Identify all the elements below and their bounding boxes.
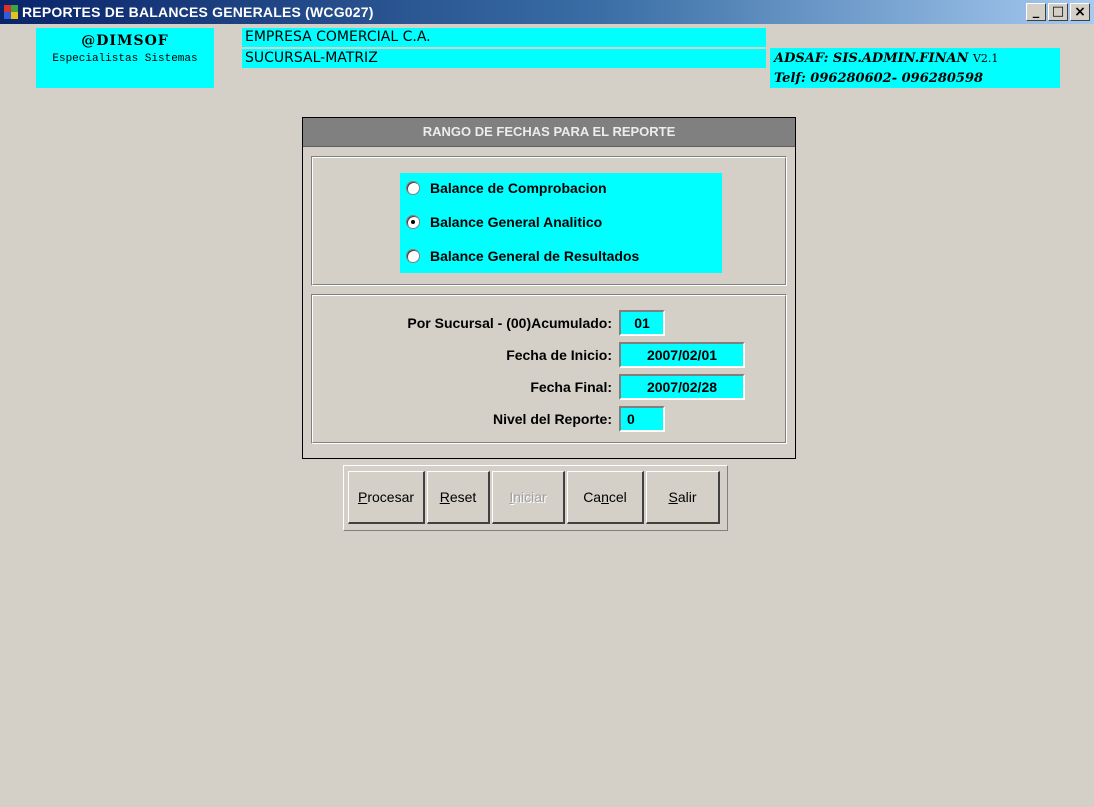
system-version: V2.1 — [972, 52, 999, 65]
button-label: niciar — [513, 489, 547, 505]
window-title: REPORTES DE BALANCES GENERALES (WCG027) — [22, 4, 374, 20]
iniciar-button[interactable]: Iniciar — [492, 471, 565, 524]
report-level-field[interactable]: 0 — [619, 406, 665, 432]
minimize-button[interactable]: _ — [1026, 3, 1046, 21]
dialog-title: RANGO DE FECHAS PARA EL REPORTE — [303, 118, 795, 147]
branch-name: SUCURSAL-MATRIZ — [242, 49, 766, 68]
window-title-bar[interactable]: REPORTES DE BALANCES GENERALES (WCG027) … — [0, 0, 1094, 24]
radio-button[interactable] — [406, 181, 420, 195]
start-date-field[interactable]: 2007/02/01 — [619, 342, 745, 368]
date-range-dialog: RANGO DE FECHAS PARA EL REPORTE Balance … — [302, 117, 796, 459]
maximize-button[interactable]: □ — [1048, 3, 1068, 21]
logo-name: @DIMSOF — [81, 33, 169, 49]
end-date-field[interactable]: 2007/02/28 — [619, 374, 745, 400]
button-label: cel — [608, 489, 627, 505]
system-phones: Telf: 096280602- 096280598 — [774, 71, 984, 86]
reset-button[interactable]: Reset — [427, 471, 490, 524]
system-info-box: ADSAF: SIS.ADMIN.FINAN V2.1 Telf: 096280… — [770, 48, 1060, 88]
app-icon — [4, 5, 18, 19]
end-date-label: Fecha Final: — [530, 379, 612, 395]
radio-balance-comprobacion[interactable]: Balance de Comprobacion — [406, 177, 607, 199]
start-date-label: Fecha de Inicio: — [506, 347, 612, 363]
radio-label: Balance General Analitico — [430, 214, 603, 230]
radio-balance-general-analitico[interactable]: Balance General Analitico — [406, 211, 602, 233]
salir-button[interactable]: Salir — [646, 471, 720, 524]
close-button[interactable]: × — [1070, 3, 1090, 21]
button-label: eset — [449, 489, 477, 505]
system-name: ADSAF: SIS.ADMIN.FINAN V2.1 — [774, 51, 998, 66]
company-name: EMPRESA COMERCIAL C.A. — [242, 28, 766, 47]
system-name-text: ADSAF: SIS.ADMIN.FINAN — [774, 51, 969, 66]
button-label: rocesar — [367, 489, 415, 505]
logo-subtitle: Especialistas Sistemas — [52, 53, 198, 65]
radio-button[interactable] — [406, 249, 420, 263]
button-label: alir — [677, 489, 697, 505]
hotkey-letter: n — [601, 489, 609, 505]
radio-label: Balance General de Resultados — [430, 248, 640, 264]
report-parameters-group: Por Sucursal - (00)Acumulado: 01 Fecha d… — [311, 294, 787, 444]
company-logo-box: @DIMSOF Especialistas Sistemas — [36, 28, 214, 88]
report-level-label: Nivel del Reporte: — [492, 411, 612, 427]
branch-field-label: Por Sucursal - (00)Acumulado: — [407, 315, 612, 331]
report-type-group: Balance de Comprobacion Balance General … — [311, 156, 787, 286]
procesar-button[interactable]: Procesar — [348, 471, 425, 524]
radio-button-selected[interactable] — [406, 215, 420, 229]
action-toolbar: Procesar Reset Iniciar Cancel Salir — [343, 465, 728, 531]
hotkey-letter: S — [668, 489, 678, 505]
radio-label: Balance de Comprobacion — [430, 180, 607, 196]
hotkey-letter: P — [357, 489, 368, 505]
report-type-options: Balance de Comprobacion Balance General … — [400, 173, 722, 273]
branch-field[interactable]: 01 — [619, 310, 665, 336]
cancel-button[interactable]: Cancel — [567, 471, 644, 524]
hotkey-letter: R — [439, 489, 450, 505]
radio-balance-general-resultados[interactable]: Balance General de Resultados — [406, 245, 639, 267]
button-label: Ca — [583, 489, 602, 505]
